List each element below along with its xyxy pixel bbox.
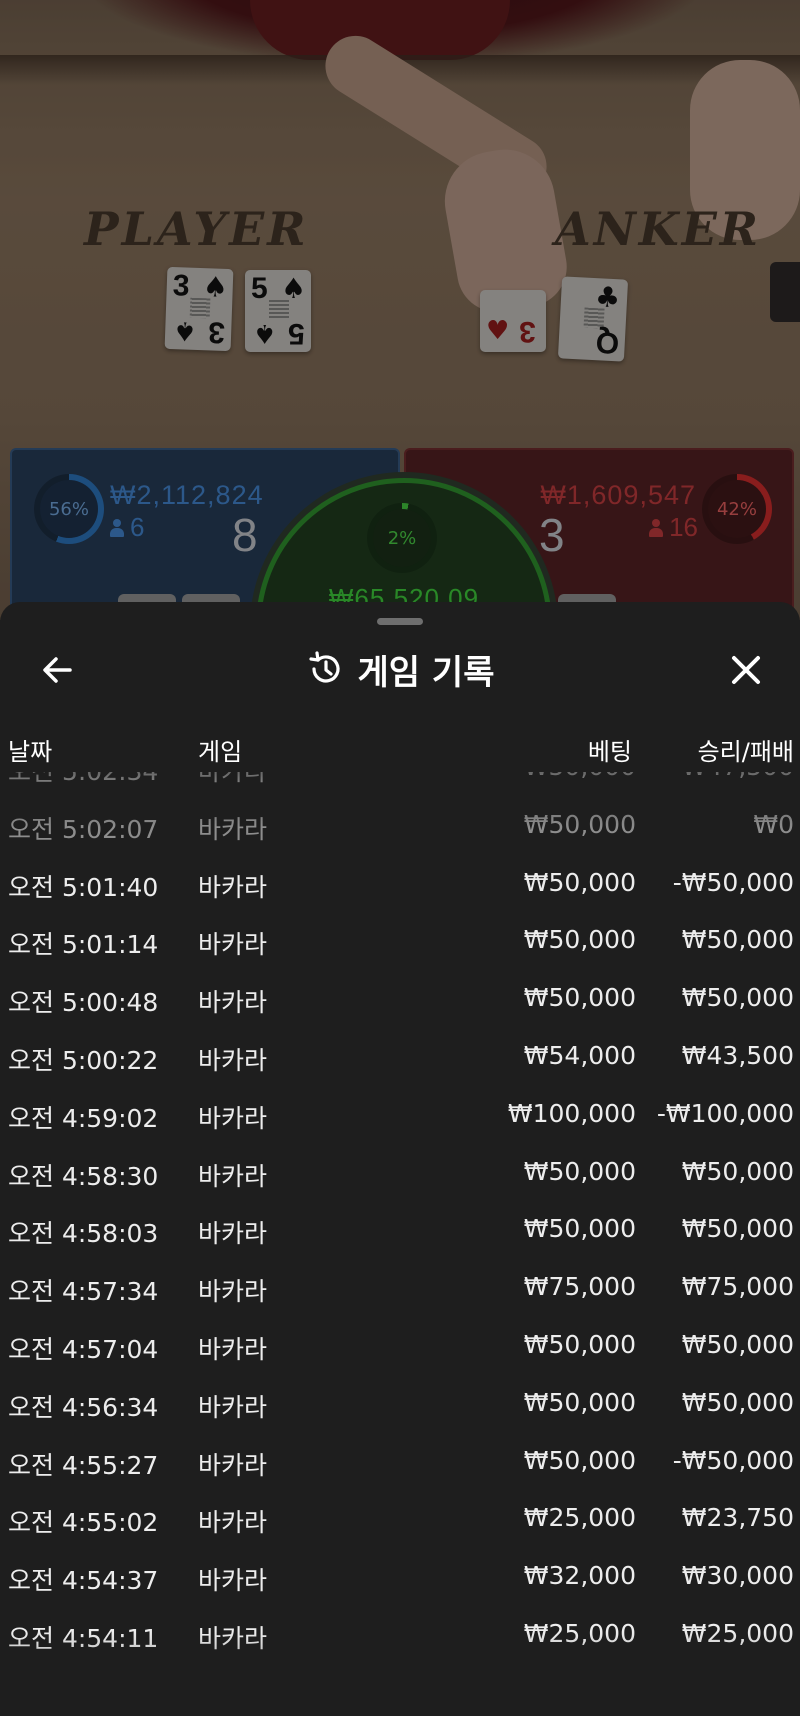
history-date: 오전 5:02:07 [8,814,159,844]
history-row[interactable]: 오전 4:57:04 바카라 ₩50,000 ₩50,000 [0,1316,800,1374]
history-date: 오전 4:58:03 [8,1219,159,1249]
history-game: 바카라 [198,1450,268,1480]
history-date: 오전 5:01:40 [8,872,159,902]
history-result: ₩23,750 [681,1503,794,1533]
history-result: ₩50,000 [681,1330,794,1359]
history-game: 바카라 [198,872,268,902]
history-date: 오전 4:56:34 [8,1392,159,1422]
history-bet: ₩50,000 [523,1387,636,1417]
history-row[interactable]: 오전 5:01:14 바카라 ₩50,000 ₩50,000 [0,911,800,969]
history-game: 바카라 [198,1508,268,1538]
history-row[interactable]: 오전 4:56:34 바카라 ₩50,000 ₩50,000 [0,1374,800,1432]
history-bet: ₩50,000 [523,809,636,839]
history-result: ₩50,000 [681,1214,794,1244]
history-date: 오전 4:55:02 [8,1508,159,1538]
history-bet: ₩50,000 [523,983,636,1013]
history-bet: ₩100,000 [507,1098,636,1128]
history-bet: ₩50,000 [523,1156,636,1186]
history-game: 바카라 [198,1219,268,1249]
history-game: 바카라 [198,988,268,1018]
history-date: 오전 5:02:34 [8,772,158,788]
history-row[interactable]: 오전 4:58:30 바카라 ₩50,000 ₩50,000 [0,1143,800,1201]
column-header-bet: 베팅 [587,738,632,766]
sheet-header: 게임 기록 [0,642,800,696]
history-result: ₩47,500 [682,772,794,781]
history-result: -₩50,000 [672,1445,794,1475]
game-history-sheet: 게임 기록 날짜 게임 베팅 승리/패배 오전 5:02:34 바카라 ₩50,00… [0,602,800,1716]
history-result: ₩50,000 [681,1387,794,1417]
history-date: 오전 4:54:11 [8,1624,159,1653]
history-game: 바카라 [198,1046,268,1075]
history-bet: ₩50,000 [523,925,636,955]
history-game: 바카라 [198,1103,268,1133]
history-date: 오전 4:58:30 [8,1161,159,1191]
history-result: ₩43,500 [681,1041,794,1070]
history-game: 바카라 [198,814,268,844]
close-icon [732,656,760,684]
history-bet: ₩25,000 [523,1619,636,1648]
history-date: 오전 5:00:22 [8,1046,159,1075]
column-header-game: 게임 [198,738,243,766]
history-game: 바카라 [198,1335,268,1364]
sheet-title-wrap: 게임 기록 [0,642,800,696]
history-result: ₩30,000 [681,1561,794,1591]
history-date: 오전 4:55:27 [8,1450,159,1480]
history-row[interactable]: 오전 4:54:11 바카라 ₩25,000 ₩25,000 [0,1605,800,1663]
history-icon [308,651,340,683]
history-bet: ₩50,000 [523,1445,636,1475]
video-dim-overlay [0,0,800,620]
history-date: 오전 4:54:37 [8,1566,159,1596]
history-row[interactable]: 오전 5:00:22 바카라 ₩54,000 ₩43,500 [0,1027,800,1085]
history-game: 바카라 [198,930,268,960]
history-result: -₩50,000 [672,867,794,897]
history-bet: ₩50,000 [524,772,636,781]
history-date: 오전 5:00:48 [8,988,159,1018]
history-date: 오전 5:01:14 [8,930,159,960]
history-result: ₩50,000 [681,983,794,1013]
history-row[interactable]: 오전 5:01:40 바카라 ₩50,000 -₩50,000 [0,854,800,912]
history-result: -₩100,000 [656,1098,794,1128]
history-game: 바카라 [198,772,267,788]
column-header-date: 날짜 [8,738,53,766]
history-row[interactable]: 오전 4:59:02 바카라 ₩100,000 -₩100,000 [0,1085,800,1143]
history-bet: ₩50,000 [523,1214,636,1244]
column-header-result: 승리/패배 [697,738,794,766]
history-row[interactable]: 오전 5:02:07 바카라 ₩50,000 ₩0 [0,796,800,854]
history-row[interactable]: 오전 5:00:48 바카라 ₩50,000 ₩50,000 [0,969,800,1027]
history-row[interactable]: 오전 4:54:37 바카라 ₩32,000 ₩30,000 [0,1547,800,1605]
close-button[interactable] [724,648,768,692]
history-game: 바카라 [198,1161,268,1191]
history-result: ₩75,000 [681,1272,794,1302]
history-result: ₩25,000 [681,1619,794,1648]
history-row[interactable]: 오전 4:58:03 바카라 ₩50,000 ₩50,000 [0,1200,800,1258]
history-result: ₩0 [753,809,794,839]
history-row[interactable]: 오전 4:57:34 바카라 ₩75,000 ₩75,000 [0,1258,800,1316]
sheet-title: 게임 기록 [357,652,495,693]
history-bet: ₩25,000 [523,1503,636,1533]
history-game: 바카라 [198,1392,268,1422]
sheet-drag-handle[interactable] [377,618,423,625]
history-row[interactable]: 오전 4:55:27 바카라 ₩50,000 -₩50,000 [0,1432,800,1490]
history-bet: ₩75,000 [523,1272,636,1302]
history-row[interactable]: 오전 4:55:02 바카라 ₩25,000 ₩23,750 [0,1489,800,1547]
history-bet: ₩54,000 [523,1041,636,1070]
history-bet: ₩32,000 [523,1561,636,1591]
history-row[interactable]: 오전 5:02:34 바카라 ₩50,000 ₩47,500 [0,772,800,796]
history-date: 오전 4:59:02 [8,1103,159,1133]
history-date: 오전 4:57:04 [8,1335,159,1364]
history-game: 바카라 [198,1624,268,1653]
history-list[interactable]: 오전 5:02:34 바카라 ₩50,000 ₩47,500 오전 5:02:07 바카라… [0,772,800,1716]
history-date: 오전 4:57:34 [8,1277,159,1307]
history-bet: ₩50,000 [523,867,636,897]
history-bet: ₩50,000 [523,1330,636,1359]
live-game-video: PLAYER ANKER 3 ♠ ♠ 3 5 ♠ ♠ 5 ♥ 3 ♣ Q 56%… [0,0,800,620]
history-game: 바카라 [198,1566,268,1596]
history-result: ₩50,000 [681,1156,794,1186]
history-game: 바카라 [198,1277,268,1307]
history-result: ₩50,000 [681,925,794,955]
